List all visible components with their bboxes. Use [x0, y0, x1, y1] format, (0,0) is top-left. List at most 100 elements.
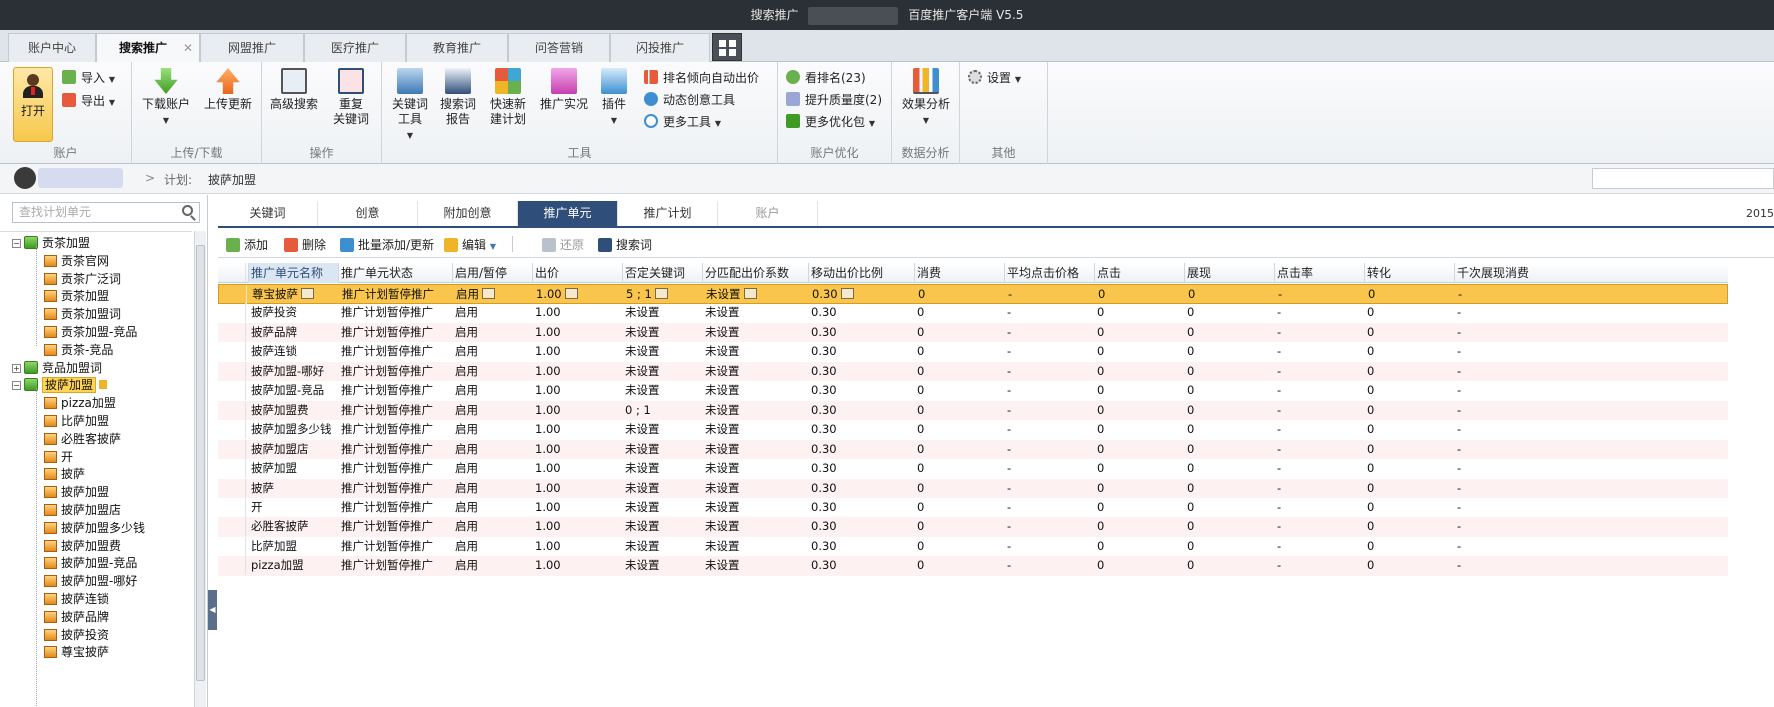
table-cell[interactable]: 0: [914, 401, 1004, 420]
table-row[interactable]: 必胜客披萨 推广计划暂停推广 启用 1.00 未设置 未设置 0.30 0 - 0 0 - 0 -: [218, 517, 1728, 537]
breadcrumb-plan-name[interactable]: 披萨加盟: [208, 171, 256, 188]
tree-unit-node[interactable]: pizza加盟: [44, 394, 116, 413]
row-header[interactable]: [218, 303, 246, 323]
table-cell[interactable]: 0: [1184, 420, 1274, 439]
advanced-search-button[interactable]: 高级搜索: [268, 66, 320, 112]
table-cell[interactable]: -: [1004, 440, 1094, 459]
plugins-button[interactable]: 插件 ▼: [596, 66, 632, 128]
table-cell[interactable]: -: [1454, 401, 1548, 420]
table-cell[interactable]: 0.30: [808, 381, 914, 400]
view-rank-button[interactable]: 看排名(23): [786, 68, 866, 88]
table-cell[interactable]: 未设置: [702, 479, 808, 498]
tree-unit-node[interactable]: 披萨加盟店: [44, 501, 121, 520]
table-cell[interactable]: 0: [1184, 362, 1274, 381]
table-cell[interactable]: 0.30: [808, 401, 914, 420]
column-header[interactable]: 展现: [1184, 263, 1274, 283]
column-header[interactable]: 点击: [1094, 263, 1184, 283]
table-cell[interactable]: -: [1455, 285, 1549, 304]
table-cell[interactable]: -: [1004, 323, 1094, 342]
table-cell[interactable]: 0: [1364, 381, 1454, 400]
table-cell[interactable]: -: [1454, 303, 1548, 322]
tab-account[interactable]: 账户: [718, 201, 818, 226]
table-cell[interactable]: -: [1454, 517, 1548, 536]
table-cell[interactable]: 0.30: [808, 323, 914, 342]
table-cell[interactable]: 0: [1364, 323, 1454, 342]
table-cell[interactable]: -: [1274, 440, 1364, 459]
table-cell[interactable]: 0: [914, 303, 1004, 322]
table-cell[interactable]: 0 ; 1: [622, 401, 702, 420]
tree-unit-node[interactable]: 披萨加盟多少钱: [44, 519, 145, 538]
tree-unit-node[interactable]: 披萨加盟: [44, 483, 109, 502]
table-cell[interactable]: 0: [1185, 285, 1275, 304]
table-cell[interactable]: 0: [1184, 537, 1274, 556]
table-cell[interactable]: 披萨品牌: [248, 323, 338, 342]
table-cell[interactable]: -: [1004, 303, 1094, 322]
table-cell[interactable]: 0: [914, 517, 1004, 536]
tab-extra-creatives[interactable]: 附加创意: [418, 201, 518, 226]
table-cell[interactable]: 1.00: [532, 517, 622, 536]
row-header[interactable]: [218, 556, 246, 576]
table-cell[interactable]: 披萨: [248, 479, 338, 498]
column-header[interactable]: 千次展现消费: [1454, 263, 1548, 283]
table-cell[interactable]: -: [1004, 401, 1094, 420]
table-cell[interactable]: 未设置: [622, 556, 702, 575]
table-cell[interactable]: 0: [914, 440, 1004, 459]
table-cell[interactable]: 0: [1094, 459, 1184, 478]
table-cell[interactable]: 0: [914, 342, 1004, 361]
table-cell[interactable]: 0: [1364, 440, 1454, 459]
table-cell[interactable]: 0: [1094, 440, 1184, 459]
table-cell[interactable]: 未设置: [702, 498, 808, 517]
table-cell[interactable]: 0: [1094, 362, 1184, 381]
table-row[interactable]: pizza加盟 推广计划暂停推广 启用 1.00 未设置 未设置 0.30 0 - 0 0 - 0 -: [218, 556, 1728, 576]
row-header[interactable]: [218, 361, 246, 381]
tree-unit-node[interactable]: 披萨投资: [44, 626, 109, 645]
tree-plan-node[interactable]: + 竞品加盟词: [12, 359, 102, 378]
table-cell[interactable]: 未设置: [622, 342, 702, 361]
row-header[interactable]: [218, 536, 246, 556]
column-header[interactable]: 分匹配出价系数: [702, 263, 808, 283]
table-cell[interactable]: -: [1004, 537, 1094, 556]
search-icon[interactable]: [182, 205, 193, 216]
table-cell[interactable]: 0: [1184, 342, 1274, 361]
table-cell[interactable]: 0: [1364, 459, 1454, 478]
table-cell[interactable]: 1.00: [532, 440, 622, 459]
table-cell[interactable]: 推广计划暂停推广: [338, 323, 452, 342]
table-cell[interactable]: 0: [915, 285, 1005, 304]
table-cell[interactable]: 未设置: [622, 362, 702, 381]
top-search-input[interactable]: [1592, 168, 1774, 189]
table-cell[interactable]: -: [1274, 323, 1364, 342]
table-cell[interactable]: 启用: [452, 303, 532, 322]
table-row[interactable]: 披萨加盟多少钱 推广计划暂停推广 启用 1.00 未设置 未设置 0.30 0 - 0 0 - 0 -: [218, 420, 1728, 440]
table-cell[interactable]: 披萨连锁: [248, 342, 338, 361]
tree-unit-node[interactable]: 披萨加盟-竞品: [44, 554, 137, 573]
table-cell[interactable]: 未设置: [622, 323, 702, 342]
row-header[interactable]: [218, 497, 246, 517]
row-header[interactable]: [218, 400, 246, 420]
column-header[interactable]: 否定关键词: [622, 263, 702, 283]
table-row[interactable]: 尊宝披萨 推广计划暂停推广 启用 1.00 5 ; 1 未设置 0.30 0 - 0 0 - 0 -: [218, 284, 1728, 304]
table-cell[interactable]: 1.00: [532, 420, 622, 439]
table-cell[interactable]: 披萨加盟费: [248, 401, 338, 420]
table-cell[interactable]: 未设置: [622, 498, 702, 517]
table-cell[interactable]: 1.00: [532, 303, 622, 322]
tab-medical-promotion[interactable]: 医疗推广: [304, 33, 406, 62]
quick-plan-button[interactable]: 快速新 建计划: [486, 66, 530, 127]
batch-update-button[interactable]: 批量添加/更新: [340, 236, 434, 253]
tab-flash-promotion[interactable]: 闪投推广: [610, 33, 710, 62]
table-cell[interactable]: -: [1274, 420, 1364, 439]
table-cell[interactable]: 未设置: [702, 517, 808, 536]
tab-ad-units[interactable]: 推广单元: [518, 201, 618, 226]
table-cell[interactable]: 0: [1184, 440, 1274, 459]
table-cell[interactable]: 未设置: [622, 517, 702, 536]
effect-analysis-button[interactable]: 效果分析 ▼: [898, 66, 954, 128]
tab-account-center[interactable]: 账户中心: [8, 33, 96, 62]
row-header[interactable]: [218, 381, 246, 401]
table-cell[interactable]: pizza加盟: [248, 556, 338, 575]
table-cell[interactable]: 0.30: [808, 479, 914, 498]
table-cell[interactable]: 0.30: [808, 420, 914, 439]
column-header[interactable]: 转化: [1364, 263, 1454, 283]
table-cell[interactable]: -: [1454, 362, 1548, 381]
table-cell[interactable]: 推广计划暂停推广: [338, 362, 452, 381]
table-cell[interactable]: -: [1004, 479, 1094, 498]
table-cell[interactable]: 推广计划暂停推广: [338, 556, 452, 575]
